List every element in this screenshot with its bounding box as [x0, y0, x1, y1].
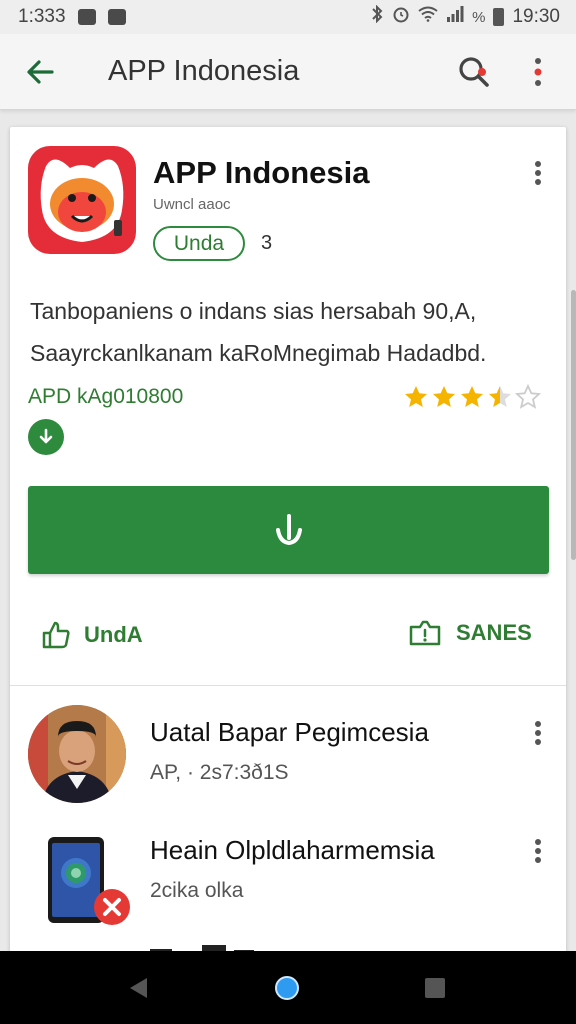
battery-label: % [472, 8, 486, 26]
tablet-thumbnail [40, 831, 136, 927]
status-left: 1:333 [18, 6, 126, 28]
developer-link[interactable]: APD kAg010800 [28, 385, 183, 409]
search-button[interactable] [450, 48, 498, 96]
share-action[interactable]: UndA [40, 619, 143, 651]
status-time-right: 19:30 [512, 6, 560, 27]
list-item-title: Heain Olpldlaharmemsia [150, 835, 435, 865]
scrollbar[interactable] [571, 290, 576, 560]
home-circle-icon [275, 976, 299, 1000]
overflow-menu-button[interactable] [518, 48, 558, 96]
download-badge [28, 419, 64, 455]
status-bar: 1:333 % 19:30 [0, 0, 576, 34]
card-overflow-button[interactable] [522, 153, 554, 193]
overflow-menu-icon [534, 58, 542, 86]
search-icon [459, 57, 489, 87]
star-full-icon [461, 386, 483, 407]
rating-stars [403, 384, 541, 410]
mascot-icon [40, 159, 124, 242]
app-title: APP Indonesia [153, 155, 370, 190]
share-action-label: UndA [84, 622, 143, 647]
report-action[interactable]: SANES [408, 619, 532, 647]
back-button[interactable] [12, 44, 68, 100]
app-subtitle: Uwncl aaoc [153, 196, 231, 213]
signal-icon [446, 6, 464, 28]
star-half-icon [489, 386, 511, 407]
install-button[interactable] [28, 486, 549, 574]
list-item-overflow-button[interactable] [522, 713, 554, 753]
star-empty-icon [515, 384, 541, 409]
app-bar: APP Indonesia [0, 34, 576, 110]
list-item[interactable]: Heain Olpldlaharmemsia 2cika olka [10, 823, 566, 933]
system-nav-bar [0, 951, 576, 1024]
nav-back-button[interactable] [120, 971, 156, 1005]
avatar [28, 705, 126, 803]
media-icon [107, 9, 126, 25]
download-icon [275, 514, 302, 546]
overflow-menu-icon [535, 839, 541, 863]
nav-recents-button[interactable] [418, 971, 452, 1005]
alert-icon [409, 620, 441, 646]
status-right: % 19:30 [370, 4, 560, 29]
divider [10, 685, 566, 686]
app-description: Tanbopaniens o indans sias hersabah 90,A… [30, 290, 550, 374]
alarm-icon [392, 5, 410, 29]
overflow-menu-icon [535, 721, 541, 745]
report-action-label: SANES [456, 620, 532, 645]
list-item-subtitle: AP, · 2s7:3ð1S [150, 761, 289, 784]
wifi-icon [418, 6, 438, 28]
star-full-icon [433, 386, 455, 407]
battery-icon [493, 8, 505, 26]
download-icon [39, 428, 53, 444]
list-item-overflow-button[interactable] [522, 831, 554, 871]
share-icon [42, 621, 70, 649]
arrow-back-icon [27, 59, 54, 84]
bluetooth-icon [370, 4, 384, 29]
category-chip[interactable]: Unda [153, 226, 245, 261]
recents-square-icon [425, 978, 445, 998]
app-bar-title: APP Indonesia [108, 55, 300, 87]
app-details-card: APP Indonesia Uwncl aaoc Unda 3 Tanbopan… [10, 127, 566, 957]
list-item-subtitle: 2cika olka [150, 879, 244, 902]
status-time-left: 1:333 [18, 6, 66, 27]
app-icon [28, 146, 136, 254]
star-full-icon [405, 386, 427, 407]
chip-count: 3 [261, 232, 273, 254]
description-line: Saayrckanlkanam kaRoMnegimab Hadadbd. [30, 340, 487, 366]
triangle-back-icon [130, 978, 147, 998]
category-chip-label: Unda [173, 231, 225, 255]
notification-icon [77, 9, 96, 25]
overflow-menu-icon [535, 161, 541, 185]
list-item[interactable]: Uatal Bapar Pegimcesia AP, · 2s7:3ð1S [10, 705, 566, 815]
description-line: Tanbopaniens o indans sias hersabah 90,A… [30, 298, 477, 324]
nav-home-button[interactable] [270, 971, 304, 1005]
list-item-title: Uatal Bapar Pegimcesia [150, 717, 429, 747]
